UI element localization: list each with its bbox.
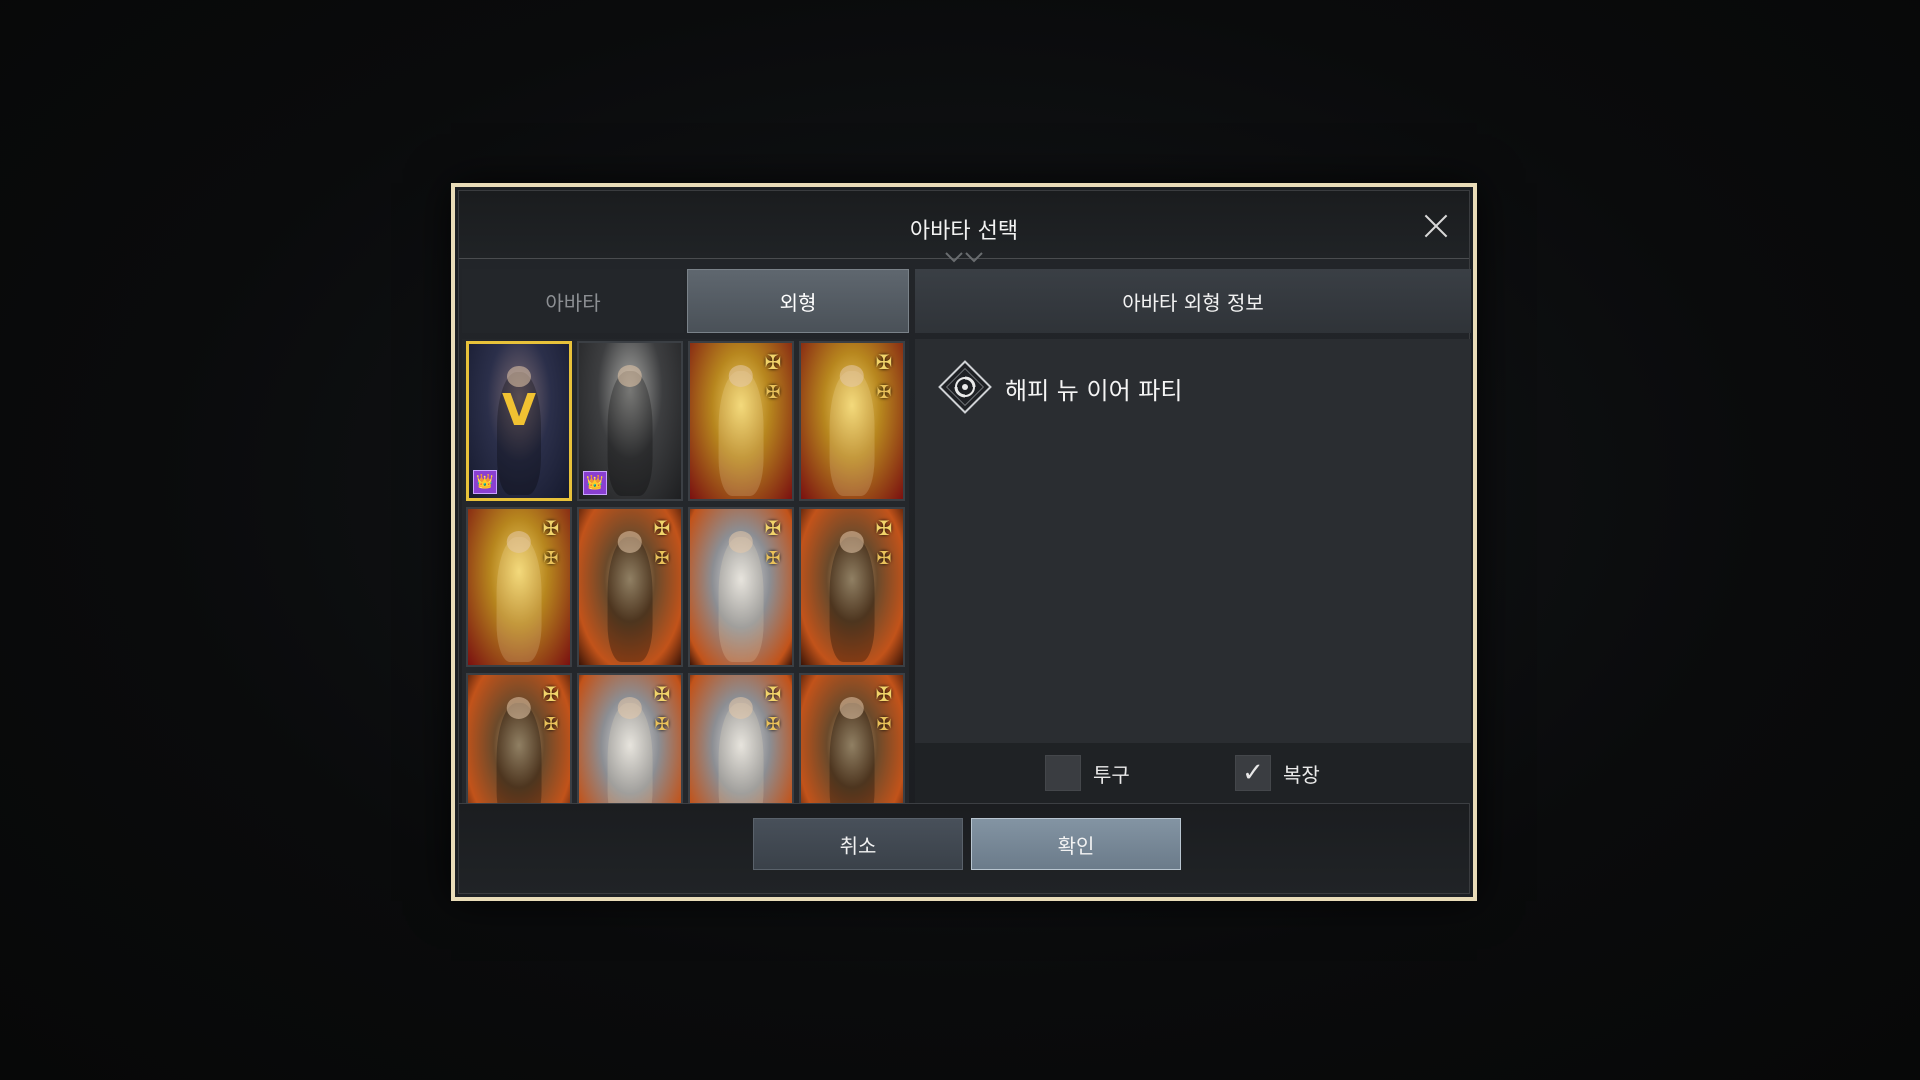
character-head [507,365,531,388]
tab-avatar[interactable]: 아바타 [462,269,684,333]
character-figure [718,371,764,496]
character-figure [607,537,653,662]
character-head [839,364,865,387]
close-icon[interactable] [1421,211,1451,241]
emblem-badge-icon: ✠ [764,516,782,540]
character-head [839,696,865,719]
appearance-emblem-icon [938,360,992,414]
dialog-footer: 취소 확인 [459,803,1469,893]
cross-badge-icon: ✠ [654,547,670,569]
character-figure [607,371,653,496]
dialog-body: 아바타 선택 아바타 외형 아바타 외형 정보 V 👑 👑 ✠ ✠ ✠ ✠ ✠ ✠ ✠ ✠ ✠ ✠ ✠ ✠ ✠… [458,190,1471,894]
character-head [728,696,754,719]
emblem-badge-icon: ✠ [764,682,782,706]
emblem-badge-icon: ✠ [653,516,671,540]
dialog-title: 아바타 선택 [909,219,1019,244]
appearance-name: 해피 뉴 이어 파티 [1005,377,1183,405]
character-figure [718,537,764,662]
character-figure [829,371,875,496]
avatar-select-dialog: 아바타 선택 아바타 외형 아바타 외형 정보 V 👑 👑 ✠ ✠ ✠ ✠ ✠ ✠ ✠ ✠ ✠ ✠ ✠ ✠ ✠… [451,183,1477,901]
dialog-header: 아바타 선택 [459,191,1469,263]
character-figure [829,537,875,662]
cross-badge-icon: ✠ [876,547,892,569]
character-head [617,530,643,553]
character-head [617,696,643,719]
header-ornament-icon [945,252,983,263]
helmet-toggle[interactable]: 투구 [1045,755,1130,791]
appearance-card[interactable]: 👑 [577,341,683,501]
appearance-card[interactable]: ✠ ✠ [799,673,905,803]
appearance-card[interactable]: ✠ ✠ [799,507,905,667]
cross-badge-icon: ✠ [765,713,781,735]
emblem-badge-icon: ✠ [764,350,782,374]
costume-label: 복장 [1283,762,1320,787]
appearance-card[interactable]: ✠ ✠ [688,507,794,667]
emblem-badge-icon: ✠ [875,350,893,374]
character-head [506,530,532,553]
confirm-button[interactable]: 확인 [971,818,1181,870]
character-figure [496,537,542,662]
appearance-grid: V 👑 👑 ✠ ✠ ✠ ✠ ✠ ✠ ✠ ✠ ✠ ✠ ✠ ✠ ✠ ✠ ✠ ✠ ✠ ✠ ✠ ✠ [466,341,905,803]
helmet-label: 투구 [1093,762,1130,787]
cross-badge-icon: ✠ [543,713,559,735]
cross-badge-icon: ✠ [765,381,781,403]
appearance-card[interactable]: ✠ ✠ [577,673,683,803]
cross-badge-icon: ✠ [654,713,670,735]
cross-badge-icon: ✠ [876,381,892,403]
appearance-card[interactable]: ✠ ✠ [688,673,794,803]
character-head [728,530,754,553]
emblem-badge-icon: ✠ [542,516,560,540]
appearance-card[interactable]: ✠ ✠ [799,341,905,501]
appearance-card[interactable]: ✠ ✠ [466,507,572,667]
display-options: 투구 ✓ 복장 [915,743,1471,803]
character-head [506,696,532,719]
emblem-badge-icon: ✠ [653,682,671,706]
helmet-checkbox[interactable] [1045,755,1081,791]
emblem-badge-icon: ✠ [875,682,893,706]
tab-appearance[interactable]: 외형 [687,269,909,333]
cancel-button[interactable]: 취소 [753,818,963,870]
crown-badge-icon: 👑 [473,470,497,494]
character-head [839,530,865,553]
cross-badge-icon: ✠ [543,547,559,569]
info-panel: 해피 뉴 이어 파티 [915,339,1471,743]
costume-toggle[interactable]: ✓ 복장 [1235,755,1320,791]
cross-badge-icon: ✠ [876,713,892,735]
appearance-card[interactable]: V 👑 [466,341,572,501]
cross-badge-icon: ✠ [765,547,781,569]
appearance-card[interactable]: ✠ ✠ [688,341,794,501]
selected-check-icon: V [501,385,537,436]
appearance-card[interactable]: ✠ ✠ [577,507,683,667]
checkmark-icon: ✓ [1242,758,1264,788]
character-head [617,364,643,387]
character-head [728,364,754,387]
appearance-grid-scroll[interactable]: V 👑 👑 ✠ ✠ ✠ ✠ ✠ ✠ ✠ ✠ ✠ ✠ ✠ ✠ ✠ ✠ ✠ ✠ ✠ ✠ ✠ ✠ [462,339,909,803]
costume-checkbox[interactable]: ✓ [1235,755,1271,791]
crown-badge-icon: 👑 [583,471,607,495]
emblem-badge-icon: ✠ [542,682,560,706]
emblem-badge-icon: ✠ [875,516,893,540]
info-panel-header: 아바타 외형 정보 [915,269,1471,333]
appearance-card[interactable]: ✠ ✠ [466,673,572,803]
